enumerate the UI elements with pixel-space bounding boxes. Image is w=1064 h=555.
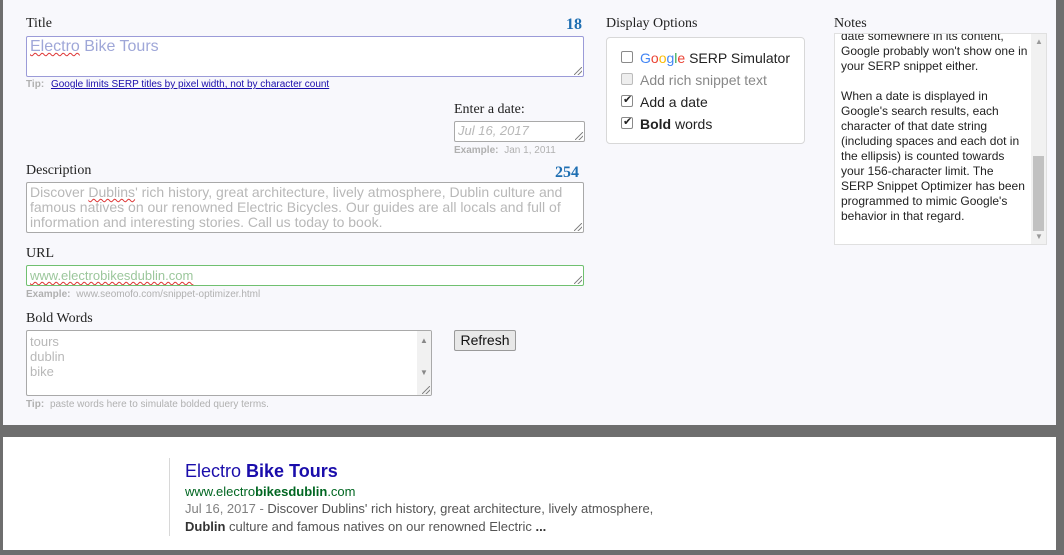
rich-snippet-checkbox[interactable] [621,73,633,85]
bold-words-option-label: Bold words [640,116,713,132]
url-example: Example: www.seomofo.com/snippet-optimiz… [26,289,260,300]
rich-snippet-label: Add rich snippet text [640,72,767,88]
title-value-rest: Bike Tours [79,38,159,55]
refresh-button[interactable]: Refresh [454,330,516,351]
title-label: Title [26,16,52,31]
notes-box: date somewhere in its content, Google pr… [834,33,1047,245]
scroll-down-icon[interactable]: ▼ [1035,232,1043,241]
date-input[interactable]: Jul 16, 2017 [454,121,585,142]
resize-grip-icon[interactable] [575,132,583,140]
title-char-count: 18 [566,16,582,33]
serp-simulator-checkbox[interactable] [621,51,633,63]
serp-preview: Electro Bike Tours www.electrobikesdubli… [3,437,1056,550]
date-example: Example: Jan 1, 2011 [454,145,556,156]
add-date-label: Add a date [640,94,708,110]
notes-text: date somewhere in its content, Google pr… [841,33,1028,223]
title-tip-prefix: Tip: [26,79,45,90]
add-date-checkbox[interactable] [621,93,633,107]
bold-words-tip: Tip: paste words here to simulate bolded… [26,399,269,410]
title-tip-link[interactable]: Google limits SERP titles by pixel width… [51,79,329,90]
bold-tip-prefix: Tip: [26,399,45,410]
url-input[interactable]: www.electrobikesdublin.com [26,265,584,286]
resize-grip-icon[interactable] [574,67,582,75]
snippet-editor-panel: Title 18 Electro Bike Tours Tip: Google … [3,0,1056,425]
bold-words-label: Bold Words [26,311,93,326]
scroll-up-icon[interactable]: ▲ [1035,37,1043,46]
scroll-down-icon[interactable]: ▼ [420,365,428,380]
url-value: www.electrobikesdublin.com [30,268,194,283]
serp-simulator-label: Google SERP Simulator [640,50,790,66]
title-value-word: Electro [30,38,80,55]
date-label: Enter a date: [454,102,525,117]
display-options-label: Display Options [606,16,698,31]
bold-word: tours [30,334,59,349]
notes-label: Notes [834,16,867,31]
title-input[interactable]: Electro Bike Tours [26,36,584,77]
preview-description: Jul 16, 2017 - Discover Dublins' rich hi… [185,501,654,534]
preview-title[interactable]: Electro Bike Tours [185,461,338,482]
resize-grip-icon[interactable] [574,276,582,284]
preview-url: www.electrobikesdublin.com [185,484,356,499]
bold-words-input[interactable]: tours dublin bike ▲ ▼ [26,330,432,396]
bold-word: bike [30,364,54,379]
description-value-a: Discover [30,184,89,200]
preview-divider [169,458,170,536]
display-options-box: Google SERP Simulator Add rich snippet t… [606,37,805,144]
description-label: Description [26,163,92,178]
description-value-b: Dublins [88,184,136,200]
title-tip: Tip: Google limits SERP titles by pixel … [26,79,329,90]
resize-grip-icon[interactable] [422,386,430,394]
date-example-prefix: Example: [454,145,499,156]
date-value: Jul 16, 2017 [458,123,529,138]
url-label: URL [26,246,54,261]
bold-tip-text: paste words here to simulate bolded quer… [49,399,269,410]
description-input[interactable]: Discover Dublins' rich history, great ar… [26,182,584,233]
description-char-count: 254 [555,164,579,181]
preview-date: Jul 16, 2017 - [185,501,264,516]
url-example-prefix: Example: [26,289,71,300]
date-example-value: Jan 1, 2011 [504,145,556,156]
resize-grip-icon[interactable] [574,223,582,231]
notes-scrollbar[interactable]: ▲ ▼ [1031,34,1046,244]
bold-words-checkbox[interactable] [621,115,633,129]
scroll-thumb[interactable] [1033,156,1044,231]
bold-word: dublin [30,349,65,364]
scroll-up-icon[interactable]: ▲ [420,333,428,348]
url-example-value: www.seomofo.com/snippet-optimizer.html [76,289,261,300]
